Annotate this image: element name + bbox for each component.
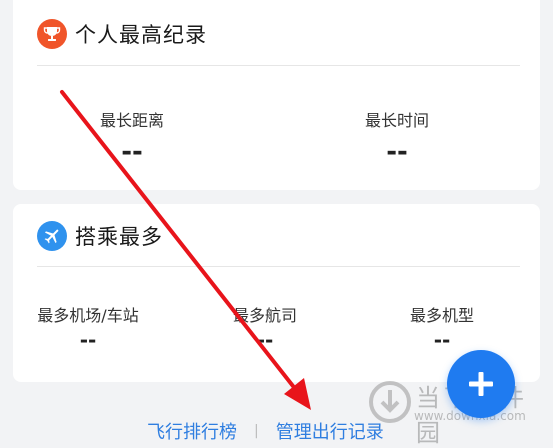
divider xyxy=(37,65,520,66)
most-traveled-title: 搭乘最多 xyxy=(75,225,163,249)
stat-label: 最多机场/车站 xyxy=(37,306,139,325)
stat-value: -- xyxy=(433,328,451,352)
most-traveled-header: 搭乘最多 xyxy=(37,221,163,251)
stat-longest-time: 最长时间 -- xyxy=(365,107,429,165)
stat-longest-distance: 最长距离 -- xyxy=(100,107,164,165)
stat-most-airline: 最多航司 -- xyxy=(233,302,297,350)
personal-records-title: 个人最高纪录 xyxy=(75,23,207,47)
divider xyxy=(37,266,520,267)
stat-label: 最多机型 xyxy=(409,306,475,325)
stat-value: -- xyxy=(256,328,274,352)
flight-ranking-link[interactable]: 飞行排行榜 xyxy=(147,418,237,444)
stat-label: 最多航司 xyxy=(232,306,298,325)
stat-value: -- xyxy=(121,137,143,167)
personal-records-header: 个人最高纪录 xyxy=(37,19,207,49)
stat-value: -- xyxy=(386,137,408,167)
airplane-icon xyxy=(37,221,67,251)
stat-label: 最长时间 xyxy=(364,111,430,130)
plus-icon xyxy=(469,372,493,396)
manage-records-link[interactable]: 管理出行记录 xyxy=(276,418,384,444)
stat-most-model: 最多机型 -- xyxy=(410,302,474,350)
footer-separator: | xyxy=(254,423,259,439)
personal-records-card: 个人最高纪录 xyxy=(13,0,540,190)
stat-value: -- xyxy=(79,328,97,352)
stat-most-station: 最多机场/车站 -- xyxy=(37,302,138,350)
footer-links: 飞行排行榜 | 管理出行记录 xyxy=(147,418,384,444)
add-record-button[interactable] xyxy=(447,350,515,418)
trophy-icon xyxy=(37,19,67,49)
stat-label: 最长距离 xyxy=(99,111,165,130)
